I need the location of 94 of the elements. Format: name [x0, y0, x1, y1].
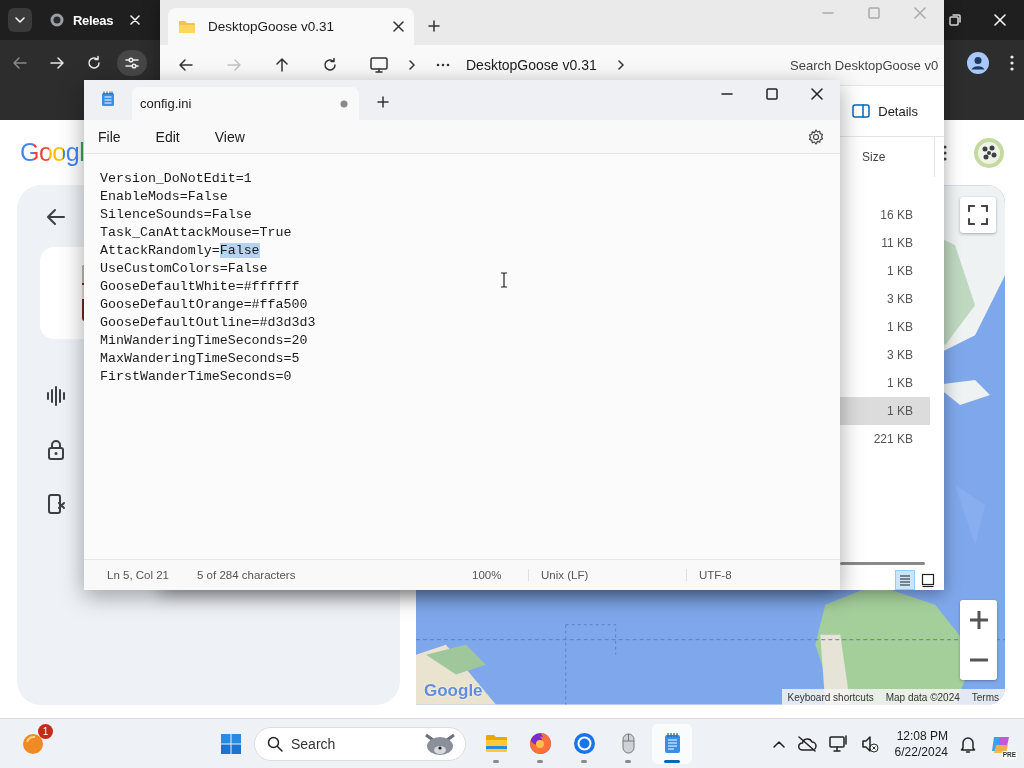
- site-info-button[interactable]: [117, 49, 147, 76]
- text-line: UseCustomColors=False: [100, 260, 268, 278]
- menu-item[interactable]: File: [92, 124, 134, 149]
- status-item: Ln 5, Col 21: [107, 569, 170, 581]
- text-line: MinWanderingTimeSeconds=20: [100, 332, 308, 350]
- text-line: FirstWanderTimeSeconds=0: [100, 368, 292, 386]
- status-item: Unix (LF): [541, 569, 687, 581]
- text-line: GooseDefaultOrange=#ffa500: [100, 296, 308, 314]
- status-item: UTF-8: [699, 569, 732, 581]
- status-item: 100%: [472, 569, 529, 581]
- notepad-icon: [101, 91, 115, 107]
- ball-icon: [22, 732, 44, 755]
- folder-icon: [178, 19, 196, 34]
- animal-head-icon: [423, 731, 457, 756]
- maximize-icon[interactable]: [766, 88, 778, 100]
- file-size-cell[interactable]: 1 KB: [840, 369, 930, 397]
- text-line: SilenceSounds=False: [100, 206, 252, 224]
- forward-arrow-icon[interactable]: [49, 54, 65, 71]
- close-icon[interactable]: [393, 21, 404, 32]
- site-logo-icon: [50, 13, 64, 27]
- status-item: 5 of 284 characters: [197, 569, 297, 581]
- menu-icon[interactable]: [1010, 54, 1014, 71]
- more-icon[interactable]: [436, 63, 450, 67]
- file-size-cell[interactable]: 1 KB: [840, 313, 930, 341]
- clock-date[interactable]: 6/22/2024: [894, 743, 948, 760]
- chevron-up-icon[interactable]: [772, 739, 785, 748]
- refresh-icon[interactable]: [322, 57, 338, 73]
- text-line: EnableMods=False: [100, 188, 228, 206]
- fullscreen-icon: [968, 205, 988, 225]
- taskbar-app-button[interactable]: [652, 723, 692, 764]
- search-icon: [267, 735, 283, 752]
- notification-badge: 1: [38, 723, 53, 739]
- details-button[interactable]: Details: [852, 99, 918, 123]
- file-size-cell[interactable]: 1 KB: [840, 397, 930, 425]
- menu-item[interactable]: Edit: [149, 124, 193, 149]
- chevron-right-icon[interactable]: [408, 60, 416, 70]
- map-footer-link[interactable]: Terms: [965, 691, 1005, 703]
- column-header[interactable]: Size: [862, 150, 886, 164]
- file-size-cell[interactable]: 16 KB: [840, 201, 930, 229]
- breadcrumb-item[interactable]: DesktopGoose v0.31: [466, 57, 597, 73]
- phone-icon: [46, 494, 66, 514]
- file-tab[interactable]: config.ini: [132, 87, 359, 120]
- close-icon[interactable]: [811, 88, 823, 100]
- map-footer-link[interactable]: Map data ©2024: [879, 691, 966, 703]
- browser-tab[interactable]: Releas: [50, 12, 140, 28]
- refresh-icon[interactable]: [86, 54, 102, 71]
- profile-avatar-icon[interactable]: [967, 51, 989, 74]
- file-size-cell[interactable]: 3 KB: [840, 285, 930, 313]
- search-field[interactable]: Search DesktopGoose v0: [790, 57, 946, 73]
- fullscreen-button[interactable]: [960, 197, 996, 233]
- map-logo: Google: [424, 681, 483, 701]
- restore-icon[interactable]: [949, 14, 961, 26]
- browser-logo-icon: [571, 731, 597, 756]
- scrollbar-thumb[interactable]: [840, 562, 925, 565]
- lock-icon: [46, 440, 66, 460]
- text-cursor-icon: [500, 272, 508, 288]
- back-arrow-icon[interactable]: [46, 207, 66, 227]
- monitor-icon[interactable]: [370, 57, 388, 73]
- details-pane-icon: [852, 104, 871, 118]
- zoom-in-icon[interactable]: [968, 610, 989, 630]
- network-icon[interactable]: [828, 734, 849, 753]
- bell-icon[interactable]: [960, 734, 976, 753]
- text-line: AttackRandomly=False: [100, 242, 260, 260]
- settings-icon[interactable]: [808, 128, 824, 145]
- text-line: Version_DoNotEdit=1: [100, 170, 252, 188]
- taskbar-search-field[interactable]: Search: [254, 726, 466, 761]
- cloud-off-icon[interactable]: [796, 735, 817, 752]
- clock-time[interactable]: 12:08 PM: [896, 727, 948, 744]
- chevron-down-icon: [15, 17, 25, 23]
- text-line: GooseDefaultWhite=#ffffff: [100, 278, 300, 296]
- app-icon[interactable]: 1: [16, 723, 54, 764]
- new-tab-icon[interactable]: [428, 20, 440, 32]
- back-arrow-icon[interactable]: [178, 57, 194, 73]
- explorer-tab[interactable]: DesktopGoose v0.31: [168, 8, 414, 45]
- chevron-right-icon[interactable]: [616, 60, 625, 70]
- text-line: Task_CanAttackMouse=True: [100, 224, 292, 242]
- speaker-muted-icon[interactable]: [860, 734, 879, 753]
- file-size-cell[interactable]: 1 KB: [840, 257, 930, 285]
- text-line: MaxWanderingTimeSeconds=5: [100, 350, 300, 368]
- map-footer-link[interactable]: Keyboard shortcuts: [781, 691, 880, 703]
- account-avatar-icon[interactable]: [973, 136, 1005, 169]
- file-size-cell[interactable]: 11 KB: [840, 229, 930, 257]
- new-tab-icon[interactable]: [377, 96, 389, 108]
- windows-start-icon[interactable]: [220, 732, 242, 755]
- fox-logo-icon: [527, 731, 553, 756]
- up-arrow-icon[interactable]: [274, 57, 290, 73]
- audio-wave-icon: [46, 386, 66, 406]
- tab-search-button[interactable]: [8, 8, 32, 32]
- menu-item[interactable]: View: [208, 124, 258, 149]
- file-size-cell[interactable]: 221 KB: [840, 425, 930, 453]
- text-line: GooseDefaultOutline=#d3d3d3: [100, 314, 316, 332]
- search-input[interactable]: Search: [291, 735, 415, 752]
- file-size-cell[interactable]: 3 KB: [840, 341, 930, 369]
- sliders-icon: [125, 56, 139, 69]
